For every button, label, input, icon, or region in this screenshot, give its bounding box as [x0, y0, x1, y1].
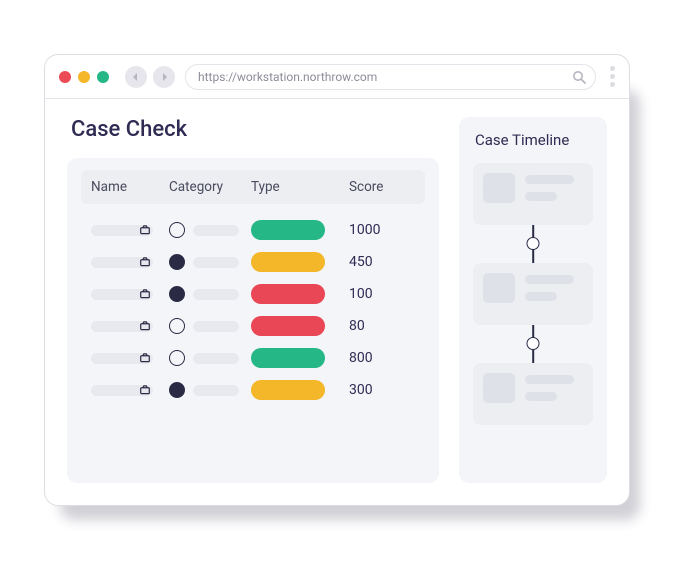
category-placeholder	[193, 225, 239, 236]
case-icon	[139, 285, 149, 304]
col-name: Name	[91, 179, 169, 195]
category-placeholder	[193, 257, 239, 268]
type-cell	[251, 348, 345, 368]
category-cell	[169, 254, 251, 270]
timeline-item[interactable]	[473, 163, 593, 225]
case-icon	[139, 381, 149, 400]
type-badge	[251, 348, 325, 368]
timeline-thumb	[483, 173, 515, 203]
type-badge	[251, 284, 325, 304]
category-indicator-icon	[169, 382, 185, 398]
category-cell	[169, 286, 251, 302]
table-row[interactable]: 100	[81, 278, 425, 310]
name-placeholder	[91, 225, 153, 236]
timeline-node-icon	[527, 237, 540, 250]
type-cell	[251, 316, 345, 336]
timeline-text-placeholder	[525, 173, 583, 215]
name-placeholder	[91, 385, 153, 396]
page-title: Case Check	[71, 117, 439, 142]
category-placeholder	[193, 353, 239, 364]
category-indicator-icon	[169, 350, 185, 366]
table-header-row: Name Category Type Score	[81, 170, 425, 204]
type-cell	[251, 220, 345, 240]
case-icon	[139, 317, 149, 336]
url-text: https://workstation.northrow.com	[198, 70, 377, 84]
case-icon	[139, 221, 149, 240]
timeline-card: Case Timeline	[459, 117, 607, 483]
type-badge	[251, 220, 325, 240]
score-value: 80	[345, 318, 415, 334]
category-indicator-icon	[169, 254, 185, 270]
col-score: Score	[345, 179, 415, 195]
table-row[interactable]: 450	[81, 246, 425, 278]
category-indicator-icon	[169, 286, 185, 302]
name-placeholder	[91, 289, 153, 300]
category-cell	[169, 318, 251, 334]
category-cell	[169, 382, 251, 398]
timeline-item[interactable]	[473, 263, 593, 325]
main-panel: Case Check Name Category Type Score 1000…	[67, 117, 439, 483]
search-icon	[571, 69, 587, 85]
forward-button[interactable]	[153, 66, 175, 88]
type-cell	[251, 380, 345, 400]
timeline-text-placeholder	[525, 273, 583, 315]
address-bar[interactable]: https://workstation.northrow.com	[185, 64, 596, 90]
case-table-card: Name Category Type Score 1000 450 100 80 800…	[67, 158, 439, 483]
table-row[interactable]: 80	[81, 310, 425, 342]
timeline-thumb	[483, 373, 515, 403]
col-type: Type	[251, 179, 345, 195]
type-cell	[251, 284, 345, 304]
close-window-button[interactable]	[59, 71, 71, 83]
browser-window: https://workstation.northrow.com Case Ch…	[44, 54, 630, 506]
more-menu-button[interactable]	[610, 66, 615, 87]
table-row[interactable]: 1000	[81, 214, 425, 246]
type-cell	[251, 252, 345, 272]
side-panel: Case Timeline	[459, 117, 607, 483]
table-row[interactable]: 300	[81, 374, 425, 406]
type-badge	[251, 252, 325, 272]
category-cell	[169, 222, 251, 238]
timeline-node-icon	[527, 337, 540, 350]
traffic-lights	[59, 71, 109, 83]
page-content: Case Check Name Category Type Score 1000…	[45, 99, 629, 505]
category-indicator-icon	[169, 222, 185, 238]
category-indicator-icon	[169, 318, 185, 334]
timeline-thumb	[483, 273, 515, 303]
timeline-items	[473, 163, 593, 425]
timeline-title: Case Timeline	[475, 131, 593, 149]
table-body: 1000 450 100 80 800 300	[81, 214, 425, 406]
score-value: 1000	[345, 222, 415, 238]
name-placeholder	[91, 353, 153, 364]
category-placeholder	[193, 321, 239, 332]
case-icon	[139, 253, 149, 272]
type-badge	[251, 316, 325, 336]
maximize-window-button[interactable]	[97, 71, 109, 83]
browser-chrome: https://workstation.northrow.com	[45, 55, 629, 99]
case-icon	[139, 349, 149, 368]
table-row[interactable]: 800	[81, 342, 425, 374]
category-placeholder	[193, 289, 239, 300]
col-category: Category	[169, 179, 251, 195]
timeline-item[interactable]	[473, 363, 593, 425]
back-button[interactable]	[125, 66, 147, 88]
minimize-window-button[interactable]	[78, 71, 90, 83]
score-value: 450	[345, 254, 415, 270]
name-placeholder	[91, 321, 153, 332]
category-placeholder	[193, 385, 239, 396]
category-cell	[169, 350, 251, 366]
nav-buttons	[125, 66, 175, 88]
name-placeholder	[91, 257, 153, 268]
score-value: 100	[345, 286, 415, 302]
score-value: 800	[345, 350, 415, 366]
type-badge	[251, 380, 325, 400]
timeline-text-placeholder	[525, 373, 583, 415]
score-value: 300	[345, 382, 415, 398]
